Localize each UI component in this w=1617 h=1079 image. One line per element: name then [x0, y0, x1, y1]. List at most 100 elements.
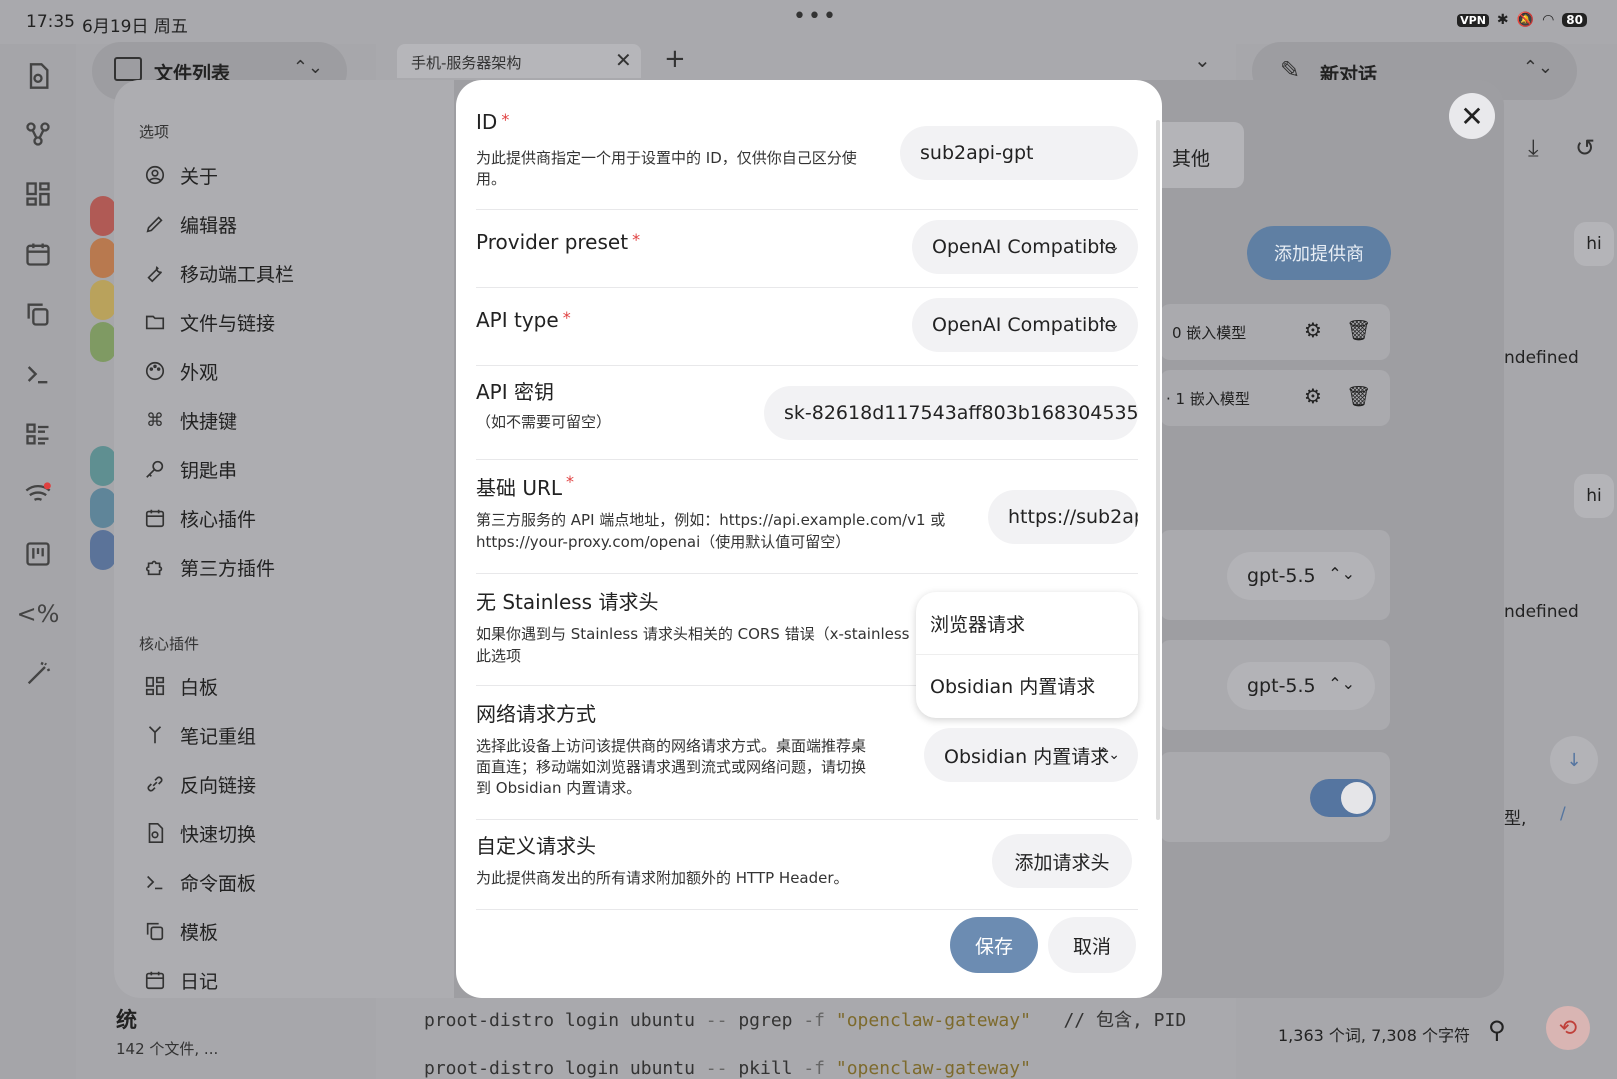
id-input[interactable]: sub2api-gpt [900, 126, 1138, 180]
nav-item-mobile-toolbar[interactable]: 移动端工具栏 [144, 257, 294, 289]
code-line-2: proot-distro login ubuntu -- pkill -f "o… [424, 1058, 1031, 1079]
nav-item-about[interactable]: 关于 [144, 159, 218, 191]
mute-icon: 🔕 [1516, 12, 1535, 28]
battery-indicator: 80 [1562, 13, 1587, 27]
folder-color-dot[interactable] [90, 530, 116, 570]
folder-color-dot[interactable] [90, 196, 116, 236]
folder-color-dot[interactable] [90, 488, 116, 528]
percent-code-icon[interactable]: <% [17, 596, 60, 632]
trash-icon[interactable]: 🗑 [1346, 384, 1371, 408]
gear-icon[interactable]: ⚙ [1304, 318, 1322, 342]
option-obsidian-request[interactable]: Obsidian 内置请求 [930, 672, 1095, 699]
nav-item-keychain[interactable]: 钥匙串 [144, 453, 237, 485]
nav-item-command-palette[interactable]: 命令面板 [144, 866, 256, 898]
pin-icon[interactable]: ⚲ [1488, 1016, 1506, 1044]
network-desc-3: 到 Obsidian 内置请求。 [476, 779, 642, 797]
url-desc-1: 第三方服务的 API 端点地址，例如：https://api.example.c… [476, 511, 946, 529]
file-search-icon[interactable] [20, 58, 56, 94]
download-icon[interactable]: ⤓ [1528, 134, 1539, 162]
file-footer-title: 统 [116, 1008, 137, 1032]
folder-icon [114, 57, 142, 81]
scroll-down-icon[interactable]: ↓ [1550, 736, 1598, 784]
list-icon[interactable] [20, 416, 56, 452]
add-header-button[interactable]: 添加请求头 [992, 834, 1132, 888]
tab-list-chevron-icon[interactable]: ⌄ [1194, 48, 1211, 72]
folder-color-dot[interactable] [90, 238, 116, 278]
nav-item-note-composer[interactable]: 笔记重组 [144, 719, 256, 751]
more-dots-icon[interactable]: ••• [793, 4, 838, 29]
add-provider-button[interactable]: 添加提供商 [1247, 226, 1391, 280]
network-label: 网络请求方式 [476, 702, 596, 726]
api-key-desc: （如不需要可留空） [476, 413, 612, 431]
copy-icon[interactable] [20, 296, 56, 332]
api-key-input[interactable]: sk-82618d117543aff803b168304535211a [764, 386, 1138, 440]
gear-icon[interactable]: ⚙ [1304, 384, 1322, 408]
preset-select[interactable]: OpenAI Compatible ⌃⌄ [912, 220, 1138, 274]
kanban-icon[interactable] [20, 536, 56, 572]
nav-item-community-plugins[interactable]: 第三方插件 [144, 551, 275, 583]
nav-item-editor[interactable]: 编辑器 [144, 208, 237, 240]
option-browser-request[interactable]: 浏览器请求 [930, 610, 1025, 637]
sync-off-icon[interactable]: ⟲ [1546, 1006, 1590, 1050]
network-select[interactable]: Obsidian 内置请求 ⌃⌄ [924, 728, 1138, 782]
headers-desc: 为此提供商发出的所有请求附加额外的 HTTP Header。 [476, 869, 849, 887]
message-text: ndefined [1504, 602, 1579, 622]
nav-item-quick-switcher[interactable]: 快速切换 [144, 817, 256, 849]
nav-item-appearance[interactable]: 外观 [144, 355, 218, 387]
save-button[interactable]: 保存 [950, 917, 1038, 973]
enable-toggle[interactable] [1310, 779, 1376, 817]
preset-label: Provider preset [476, 230, 629, 254]
nav-item-hotkeys[interactable]: ⌘ 快捷键 [144, 404, 237, 436]
model-select-1[interactable]: gpt-5.5 ⌃⌄ [1227, 552, 1375, 600]
canvas-icon[interactable] [20, 176, 56, 212]
new-tab-icon[interactable]: + [664, 44, 686, 74]
terminal-icon[interactable] [20, 356, 56, 392]
nav-item-core-plugins[interactable]: 核心插件 [144, 502, 256, 534]
graph-icon[interactable] [20, 116, 56, 152]
calendar-icon[interactable] [20, 236, 56, 272]
user-message-bubble: hi [1574, 222, 1614, 266]
palette-icon [144, 360, 166, 382]
history-icon[interactable]: ↺ [1575, 134, 1595, 162]
tab-note[interactable]: 手机-服务器架构 ✕ [397, 44, 641, 78]
section-core-title: 核心插件 [139, 635, 200, 653]
wifi-icon: ◠ [1542, 12, 1555, 28]
chevron-updown-icon: ⌃⌄ [1096, 317, 1120, 333]
field-base-url: 基础 URL * 第三方服务的 API 端点地址，例如：https://api.e… [476, 460, 1138, 574]
model-select-2[interactable]: gpt-5.5 ⌃⌄ [1227, 662, 1375, 710]
apitype-select[interactable]: OpenAI Compatible ⌃⌄ [912, 298, 1138, 352]
field-api-type: API type * OpenAI Compatible ⌃⌄ [476, 288, 1138, 366]
status-bar: 17:35 6月19日 周五 ••• VPN ✱ 🔕 ◠ 80 [0, 0, 1617, 44]
chevron-updown-icon: ⌃⌄ [1522, 57, 1553, 78]
magic-wand-icon[interactable] [20, 656, 56, 692]
folder-color-dot[interactable] [90, 446, 116, 486]
wrench-icon [144, 262, 166, 284]
nav-item-templates[interactable]: 模板 [144, 915, 218, 947]
pencil-icon [144, 213, 166, 235]
apitype-label: API type [476, 308, 559, 332]
nav-item-files-links[interactable]: 文件与链接 [144, 306, 275, 338]
cancel-button[interactable]: 取消 [1048, 917, 1136, 973]
vpn-badge: VPN [1457, 13, 1489, 27]
dialog-scrollbar[interactable] [1156, 120, 1160, 820]
nav-item-canvas[interactable]: 白板 [144, 670, 218, 702]
file-count: 142 个文件, ... [116, 1040, 219, 1058]
slash-text: / [1560, 804, 1566, 824]
layout-grid-icon [144, 675, 166, 697]
menu-divider [916, 654, 1138, 655]
wifi-alert-icon[interactable] [20, 476, 56, 512]
id-label: ID [476, 110, 498, 134]
tab-other[interactable]: 其他 [1158, 122, 1244, 188]
nav-item-daily-notes[interactable]: 日记 [144, 964, 218, 996]
key-icon [144, 458, 166, 480]
base-url-input[interactable]: https://sub2api [988, 490, 1138, 544]
close-tab-icon[interactable]: ✕ [615, 48, 632, 72]
field-provider-preset: Provider preset * OpenAI Compatible ⌃⌄ [476, 210, 1138, 288]
nav-item-backlinks[interactable]: 反向链接 [144, 768, 256, 800]
folder-color-dot[interactable] [90, 322, 116, 362]
folder-color-dot[interactable] [90, 280, 116, 320]
close-settings-icon[interactable]: ✕ [1449, 93, 1495, 139]
trash-icon[interactable]: 🗑 [1346, 318, 1371, 342]
command-icon: ⌘ [146, 409, 164, 431]
calendar-icon [144, 507, 166, 529]
